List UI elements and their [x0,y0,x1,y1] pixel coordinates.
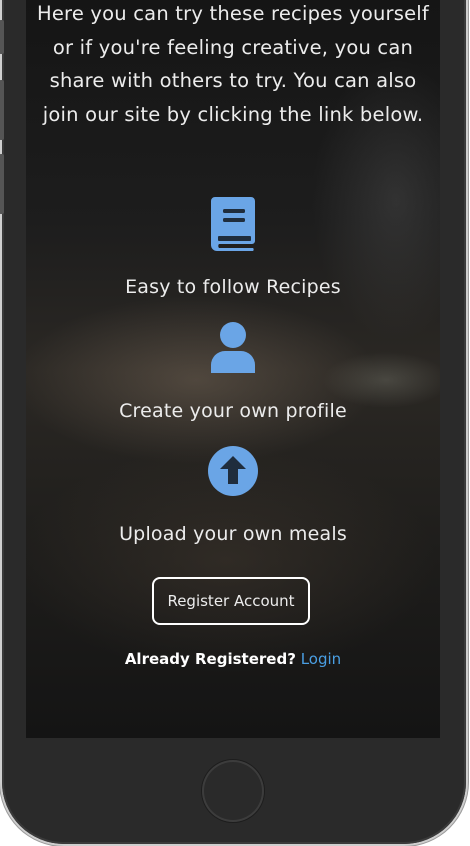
login-link[interactable]: Login [301,650,341,668]
home-button[interactable] [202,760,264,822]
already-registered-text: Already Registered? [124,650,296,668]
feature-label: Easy to follow Recipes [125,276,341,298]
intro-line: join our site by clicking the link below… [42,102,424,126]
phone-screen: Here you can try these recipes yourself … [26,0,440,738]
feature-label: Create your own profile [119,400,347,422]
silent-switch [0,20,4,54]
intro-line: or if you're feeling creative, you can [52,35,414,59]
feature-upload: Upload your own meals [26,446,440,546]
feature-label: Upload your own meals [119,523,347,545]
book-icon [211,197,255,251]
intro-line: Here you can try these recipes yourself [36,2,429,25]
user-icon [211,322,255,373]
volume-up-button [0,80,4,140]
intro-text: Here you can try these recipes yourself … [26,0,440,131]
register-account-button[interactable]: Register Account [152,577,310,625]
feature-profile: Create your own profile [26,321,440,423]
intro-line: share with others to try. You can also [49,69,417,92]
volume-down-button [0,154,4,214]
login-prompt: Already Registered? Login [26,649,440,669]
feature-recipes: Easy to follow Recipes [26,197,440,299]
upload-arrow-icon [208,446,258,496]
